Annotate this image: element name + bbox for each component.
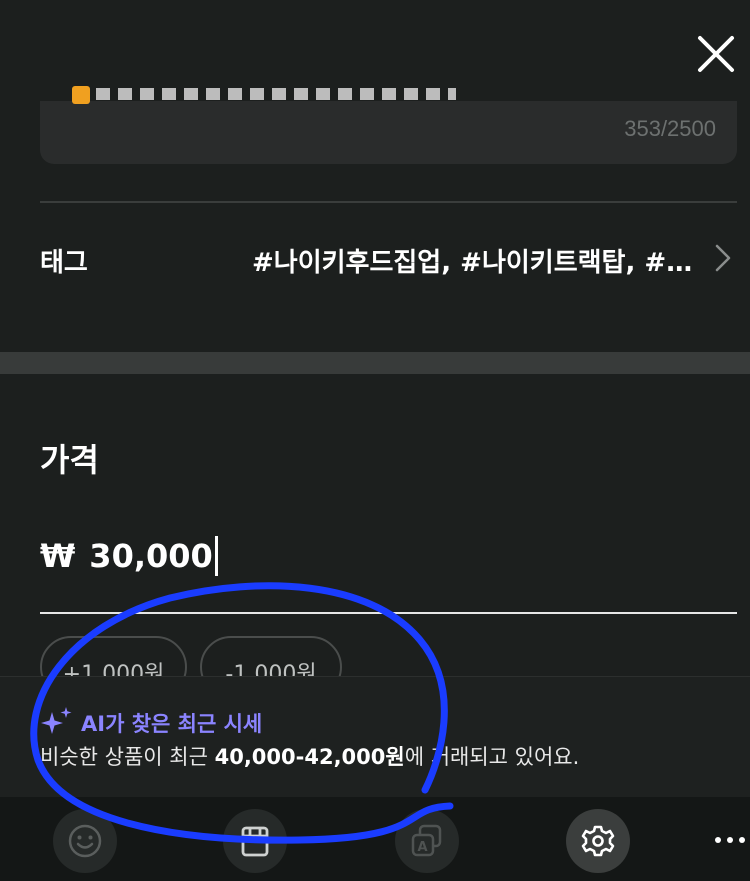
- emoji-icon: [68, 824, 102, 858]
- description-text-cropped: [72, 86, 472, 104]
- emoji-glyph: [72, 86, 90, 104]
- close-icon: [698, 36, 734, 72]
- tag-row-chevron[interactable]: [708, 240, 738, 276]
- tag-value[interactable]: #나이키후드집업, #나이키트랙탑, #나이키: [252, 242, 702, 279]
- more-icon: [715, 837, 745, 843]
- price-input[interactable]: ₩ 30,000: [40, 533, 218, 579]
- ai-price-desc-suffix: 에 거래되고 있어요.: [404, 745, 580, 769]
- settings-button[interactable]: [566, 809, 630, 873]
- ai-price-description: 비슷한 상품이 최근 40,000-42,000원에 거래되고 있어요.: [40, 741, 579, 771]
- currency-symbol: ₩: [40, 537, 76, 575]
- emoji-button[interactable]: [53, 809, 117, 873]
- ai-write-button[interactable]: A: [395, 809, 459, 873]
- price-value: 30,000: [89, 537, 213, 575]
- svg-text:A: A: [418, 840, 428, 855]
- section-separator: [0, 352, 750, 374]
- price-underline: [40, 612, 737, 614]
- ai-write-icon: A: [411, 824, 442, 857]
- ai-price-title: AI가 찾은 최근 시세: [81, 712, 263, 736]
- ai-price-desc-prefix: 비슷한 상품이 최근: [40, 745, 215, 769]
- text-caret: [214, 536, 218, 576]
- price-title: 가격: [40, 441, 99, 479]
- chevron-right-icon: [715, 244, 731, 272]
- save-button[interactable]: [223, 809, 287, 873]
- close-button[interactable]: [690, 28, 742, 80]
- gear-icon: [581, 825, 615, 857]
- description-char-counter: 353/2500: [624, 116, 716, 141]
- save-icon: [241, 826, 269, 857]
- divider: [40, 201, 737, 203]
- sparkle-icon: [40, 706, 74, 736]
- ai-price-range: 40,000-42,000원: [214, 745, 405, 769]
- tag-label: 태그: [40, 248, 88, 278]
- more-button[interactable]: [712, 825, 750, 855]
